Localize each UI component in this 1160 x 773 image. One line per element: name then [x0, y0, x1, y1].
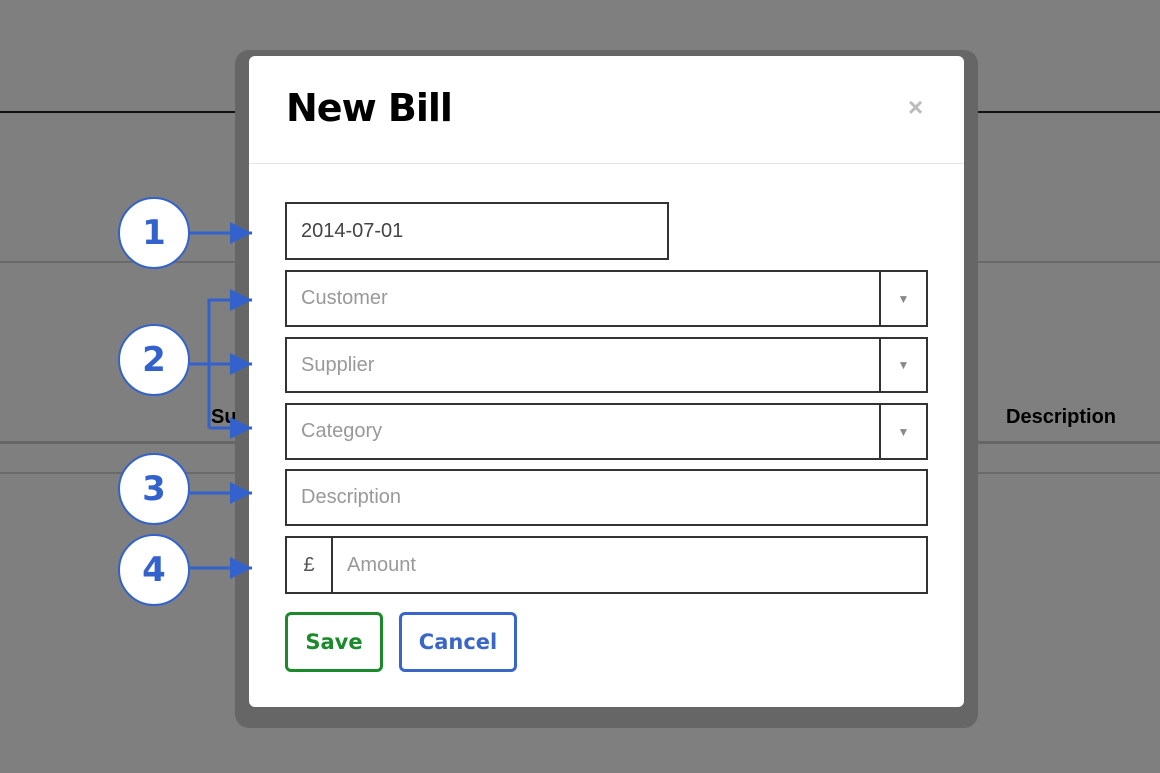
callout-2: 2 — [118, 324, 190, 396]
callout-4: 4 — [118, 534, 190, 606]
callout-3: 3 — [118, 453, 190, 525]
callout-1: 1 — [118, 197, 190, 269]
